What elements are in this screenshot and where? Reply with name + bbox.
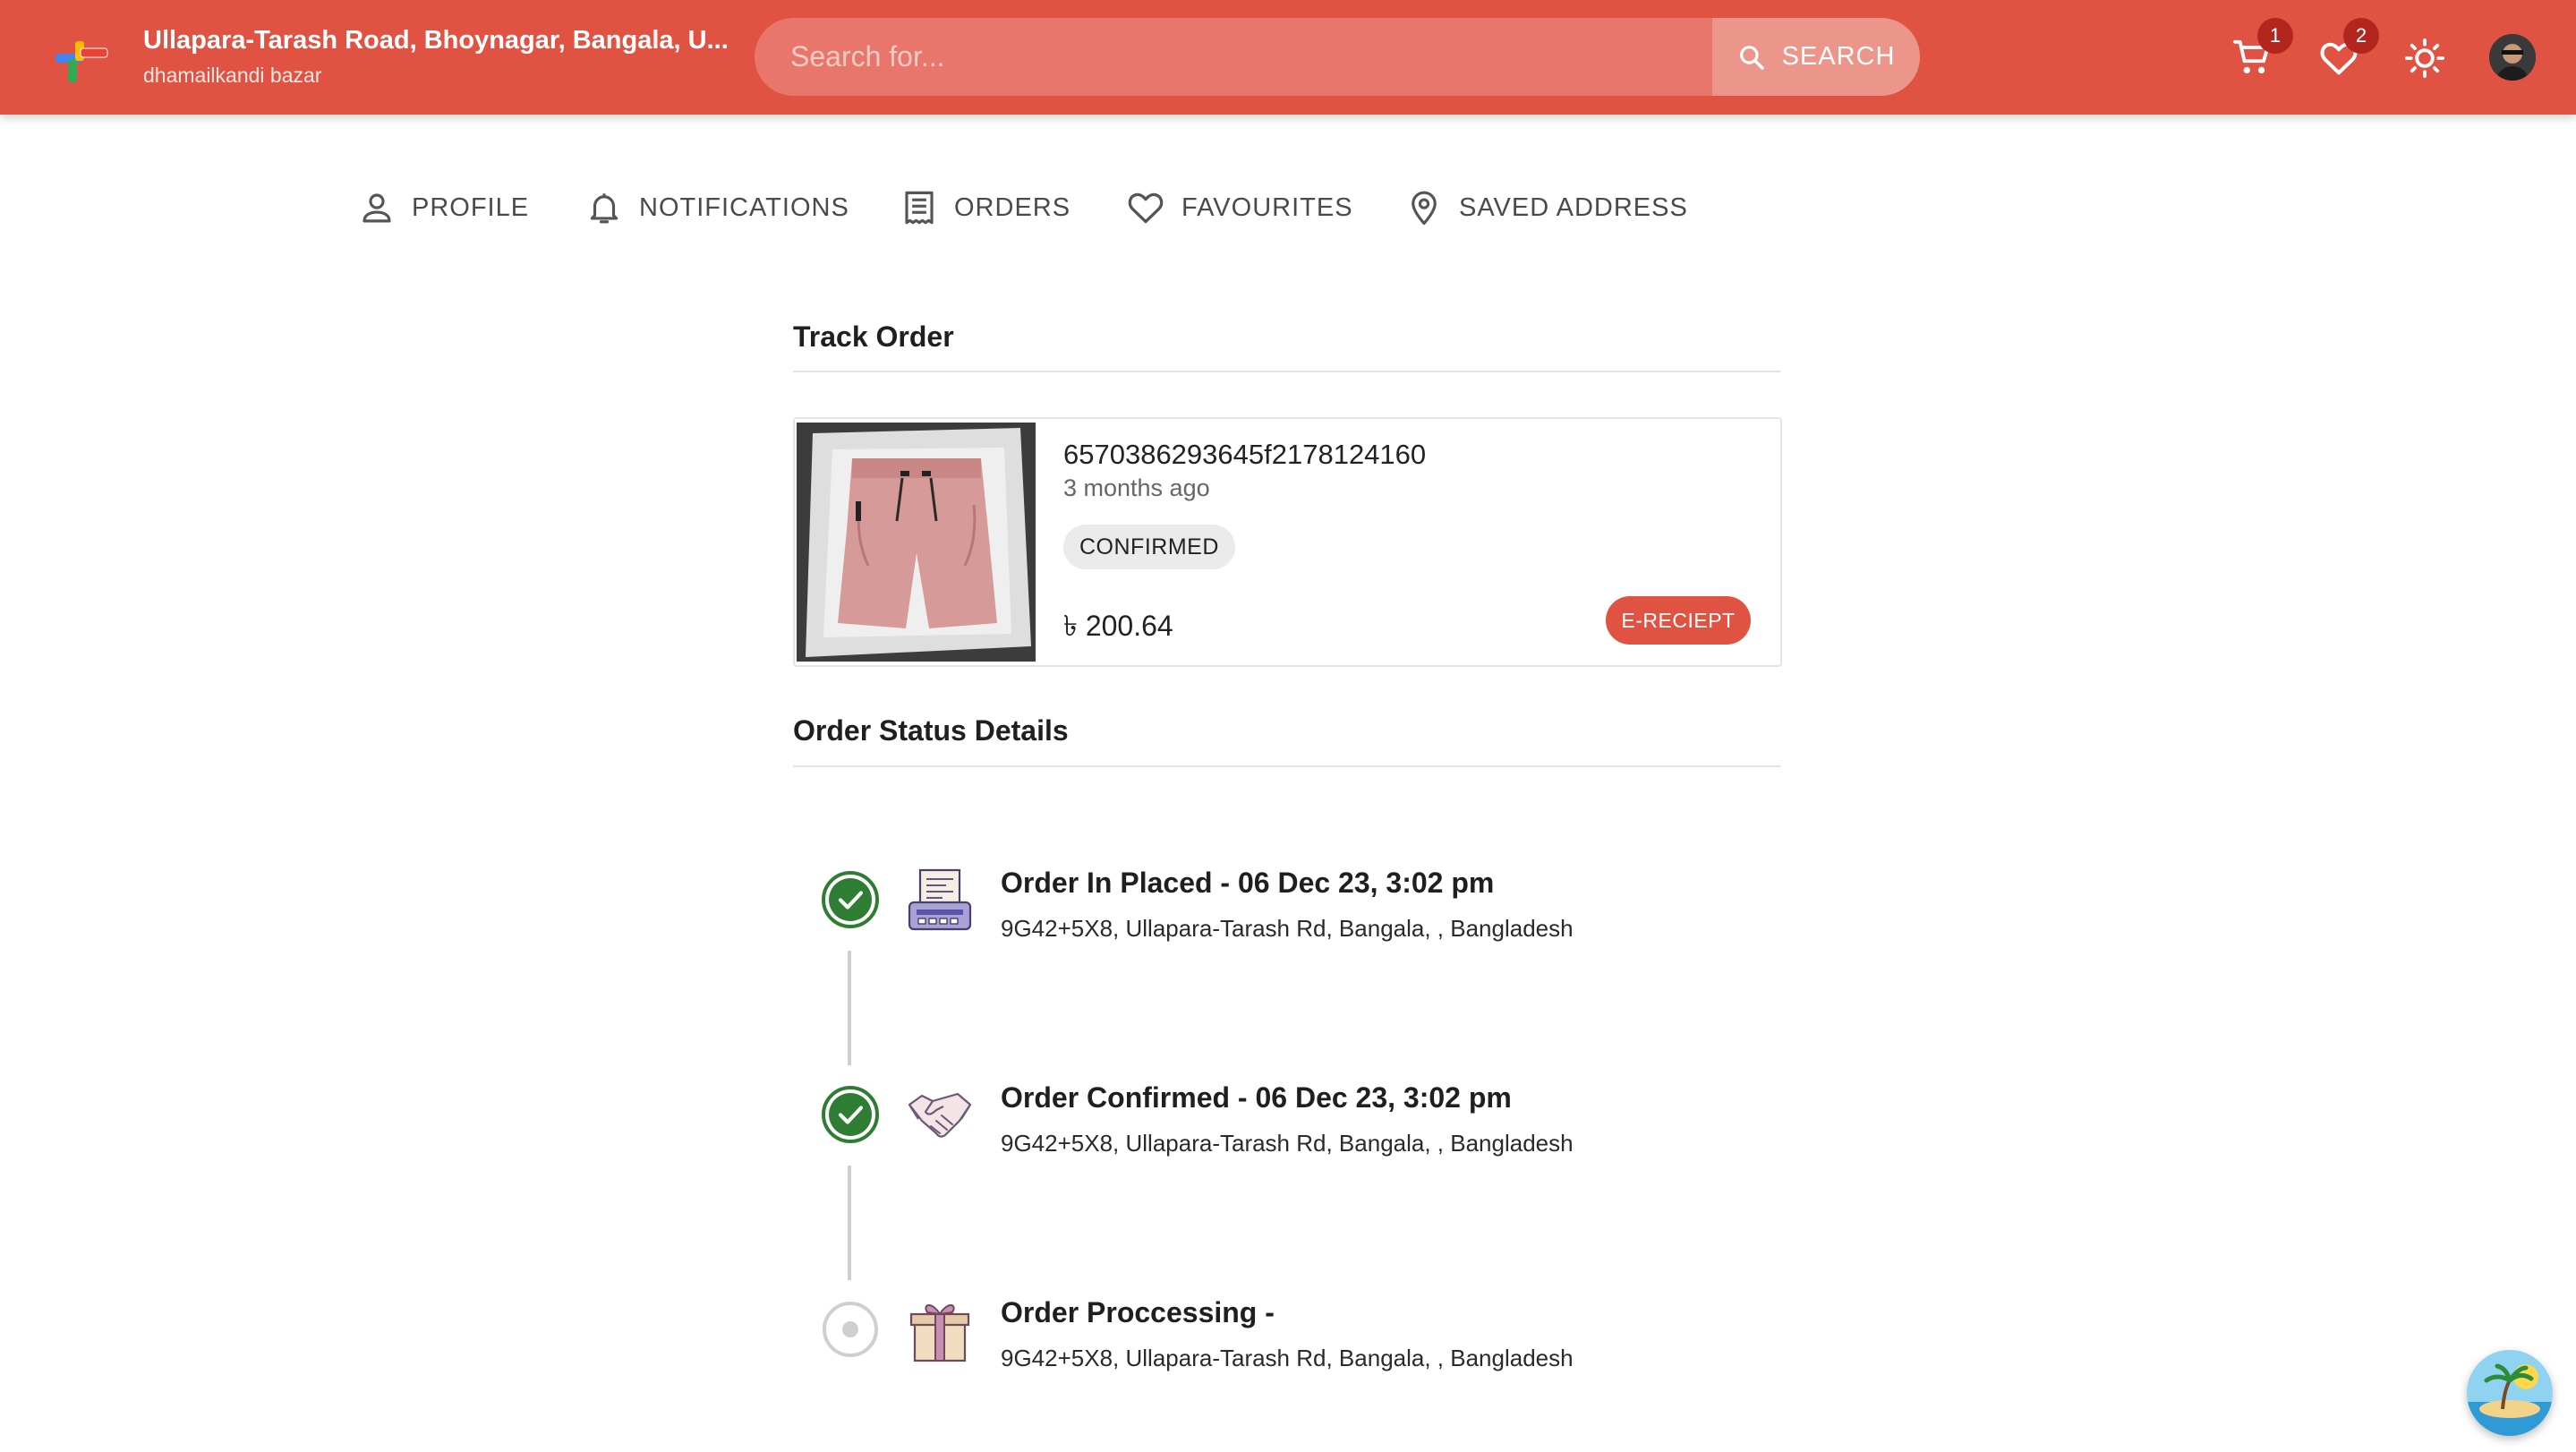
order-price: ৳ 200.64 <box>1063 610 1173 642</box>
tab-orders[interactable]: ORDERS <box>900 186 1070 229</box>
step-completed-check-icon <box>822 1086 879 1143</box>
receipt-printer-icon <box>908 868 972 931</box>
order-id: 6570386293645f2178124160 <box>1063 439 1427 470</box>
product-image <box>797 423 1036 662</box>
search-button-label: SEARCH <box>1781 42 1896 71</box>
user-avatar[interactable] <box>2489 34 2536 81</box>
step-1-title: Order In Placed - 06 Dec 23, 3:02 pm <box>1001 867 1495 899</box>
section-divider <box>793 765 1780 767</box>
tab-favourites-label: FAVOURITES <box>1181 192 1353 222</box>
tab-profile-label: PROFILE <box>412 192 530 222</box>
gift-box-icon <box>909 1304 970 1362</box>
beach-island-icon <box>2467 1350 2553 1436</box>
step-3-address: 9G42+5X8, Ullapara-Tarash Rd, Bangala, ,… <box>1001 1345 1574 1371</box>
handshake-icon <box>908 1092 972 1138</box>
delivery-location-subtitle: dhamailkandi bazar <box>143 64 322 87</box>
step-completed-check-icon <box>822 871 879 928</box>
person-icon <box>363 193 391 223</box>
app-logo[interactable] <box>50 34 113 88</box>
floating-beach-button[interactable] <box>2467 1350 2553 1436</box>
search-bar: SEARCH <box>755 18 1920 96</box>
delivery-location-title[interactable]: Ullapara-Tarash Road, Bhoynagar, Bangala… <box>143 26 729 56</box>
top-app-bar: Ullapara-Tarash Road, Bhoynagar, Bangala… <box>0 0 2576 115</box>
search-icon <box>1739 45 1764 70</box>
timeline-connector <box>848 1166 851 1280</box>
bell-icon <box>590 193 618 224</box>
favourites-count-badge: 2 <box>2343 18 2379 54</box>
tab-favourites[interactable]: FAVOURITES <box>1126 186 1353 229</box>
step-2-title: Order Confirmed - 06 Dec 23, 3:02 pm <box>1001 1081 1512 1114</box>
step-2-address: 9G42+5X8, Ullapara-Tarash Rd, Bangala, ,… <box>1001 1130 1574 1157</box>
tab-orders-label: ORDERS <box>954 192 1071 222</box>
sun-icon[interactable] <box>2404 38 2445 79</box>
order-time-ago: 3 months ago <box>1063 474 1210 501</box>
cart-count-badge: 1 <box>2257 18 2293 54</box>
order-card[interactable]: 6570386293645f2178124160 3 months ago CO… <box>793 417 1782 667</box>
order-status-heading: Order Status Details <box>793 714 1069 747</box>
tab-saved-address-label: SAVED ADDRESS <box>1459 192 1688 222</box>
track-order-heading: Track Order <box>793 320 954 353</box>
step-3-title: Order Proccessing - <box>1001 1296 1275 1328</box>
order-status-chip: CONFIRMED <box>1063 525 1235 569</box>
timeline-connector <box>848 951 851 1065</box>
e-receipt-button[interactable]: E-RECIEPT <box>1606 596 1751 645</box>
receipt-list-icon <box>905 191 934 225</box>
tab-saved-address[interactable]: SAVED ADDRESS <box>1405 186 1688 229</box>
location-pin-icon <box>1412 191 1437 226</box>
search-input[interactable] <box>755 18 1712 96</box>
tab-notifications[interactable]: NOTIFICATIONS <box>585 186 849 229</box>
avatar-image <box>2489 34 2536 81</box>
section-divider <box>793 371 1780 372</box>
tab-notifications-label: NOTIFICATIONS <box>639 192 849 222</box>
step-1-address: 9G42+5X8, Ullapara-Tarash Rd, Bangala, ,… <box>1001 915 1574 942</box>
heart-icon <box>1128 192 1164 224</box>
search-button[interactable]: SEARCH <box>1712 18 1920 96</box>
tab-profile[interactable]: PROFILE <box>358 186 529 229</box>
step-pending-radio-icon <box>823 1302 878 1357</box>
